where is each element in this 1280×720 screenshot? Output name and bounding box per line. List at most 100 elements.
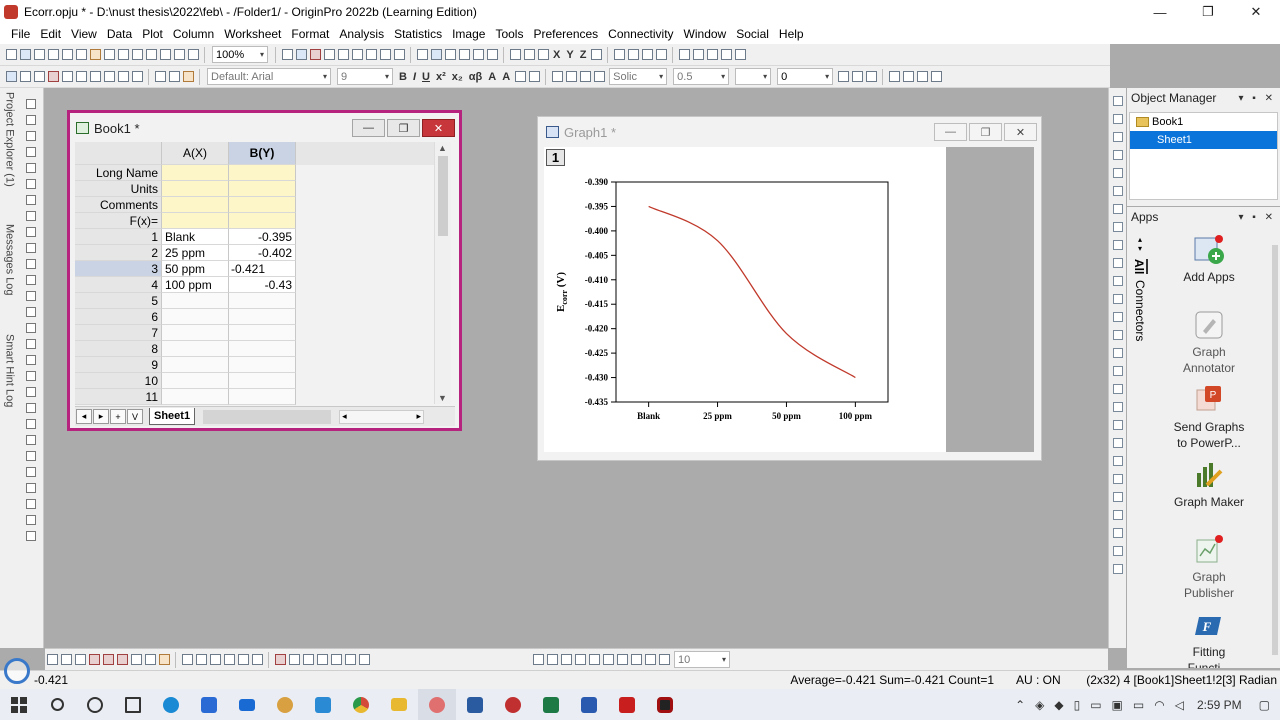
- sheet-tab-sheet1[interactable]: Sheet1: [149, 408, 196, 425]
- taskbar-word-icon[interactable]: [570, 689, 608, 720]
- taskbar-search-icon[interactable]: [38, 689, 76, 720]
- graph-close-button[interactable]: ✕: [1004, 123, 1037, 141]
- plot-line-symbol-icon[interactable]: [33, 71, 45, 82]
- results-log-icon[interactable]: [337, 49, 349, 60]
- cell-a[interactable]: [162, 389, 229, 405]
- circle-tool-icon[interactable]: [26, 435, 36, 445]
- data-selector-icon[interactable]: [26, 211, 36, 221]
- taskbar-cortana-icon[interactable]: [76, 689, 114, 720]
- cell-b-editing[interactable]: -0.421: [229, 261, 296, 277]
- cell-a[interactable]: [162, 325, 229, 341]
- ungroup-icon[interactable]: [902, 71, 914, 82]
- row-number[interactable]: 11: [75, 389, 162, 405]
- fft-icon[interactable]: [1112, 564, 1123, 574]
- row-number[interactable]: 5: [75, 293, 162, 309]
- tray-phone-icon[interactable]: ▯: [1074, 698, 1081, 712]
- normalize-icon[interactable]: [1112, 510, 1123, 520]
- close-button[interactable]: ✕: [1232, 0, 1280, 24]
- menu-social[interactable]: Social: [731, 27, 774, 41]
- meta-cell[interactable]: [162, 181, 229, 197]
- z-axis-button[interactable]: Z: [580, 49, 587, 61]
- scroll-down-icon[interactable]: ▼: [438, 393, 447, 403]
- row-number[interactable]: 3: [75, 261, 162, 277]
- menu-connectivity[interactable]: Connectivity: [603, 27, 678, 41]
- merge-icon[interactable]: [486, 49, 498, 60]
- line-pattern-icon[interactable]: [74, 654, 86, 665]
- plot-bar-icon[interactable]: [61, 71, 73, 82]
- apps-scroll-down-icon[interactable]: ▾: [1138, 244, 1142, 253]
- table-icon[interactable]: [865, 71, 877, 82]
- paste-icon[interactable]: [182, 71, 194, 82]
- cell-a[interactable]: [162, 341, 229, 357]
- transpose-icon[interactable]: [1112, 402, 1123, 412]
- scroll-thumb[interactable]: [438, 156, 448, 236]
- object-tree[interactable]: Book1 Sheet1: [1129, 112, 1278, 200]
- text-tool-icon[interactable]: [26, 259, 36, 269]
- plot-pie-icon[interactable]: [89, 71, 101, 82]
- workbook-titlebar[interactable]: Book1 * — ❐ ✕: [70, 113, 459, 143]
- new-notes-icon[interactable]: [89, 49, 101, 60]
- tray-defender-icon[interactable]: ◈: [1035, 698, 1044, 712]
- tab-messages-log[interactable]: Messages Log: [1, 224, 18, 310]
- insert-image-icon[interactable]: [26, 387, 36, 397]
- minimize-button[interactable]: —: [1136, 0, 1184, 24]
- align-top-icon[interactable]: [1112, 96, 1123, 106]
- superscript-button[interactable]: x²: [436, 71, 446, 83]
- italic-button[interactable]: I: [413, 71, 416, 83]
- new-matrix-icon[interactable]: [47, 49, 59, 60]
- cut-icon[interactable]: [154, 71, 166, 82]
- layer-icon[interactable]: [472, 49, 484, 60]
- align-left-icon[interactable]: [678, 49, 690, 60]
- add-new-columns-icon[interactable]: [323, 49, 335, 60]
- row-number[interactable]: 8: [75, 341, 162, 357]
- sort-icon[interactable]: [1112, 312, 1123, 322]
- object-back-icon[interactable]: [658, 654, 670, 665]
- tray-security-icon[interactable]: ◆: [1054, 698, 1063, 712]
- decrease-font-button[interactable]: A: [502, 71, 510, 83]
- menu-help[interactable]: Help: [774, 27, 809, 41]
- color-scale-icon[interactable]: [26, 499, 36, 509]
- row-number[interactable]: 10: [75, 373, 162, 389]
- meta-label[interactable]: Comments: [75, 197, 162, 213]
- insert-graph-icon[interactable]: [26, 371, 36, 381]
- same-width-icon[interactable]: [1112, 168, 1123, 178]
- zoom-pan-icon[interactable]: [26, 115, 36, 125]
- row-number[interactable]: 2: [75, 245, 162, 261]
- layer-manage-icon[interactable]: [251, 654, 263, 665]
- mask-color-icon[interactable]: [344, 654, 356, 665]
- apps-toggle-icon[interactable]: [379, 49, 391, 60]
- graph-window[interactable]: Graph1 * — ❐ ✕ 1 -0.390 -0.395 -0.400 -0.40…: [537, 116, 1042, 461]
- box-icon[interactable]: [144, 654, 156, 665]
- object-left-icon[interactable]: [532, 654, 544, 665]
- object-center-icon[interactable]: [546, 654, 558, 665]
- front-icon[interactable]: [916, 71, 928, 82]
- unstack-icon[interactable]: [1112, 384, 1123, 394]
- reduce-icon[interactable]: [1112, 438, 1123, 448]
- meta-cell[interactable]: [162, 165, 229, 181]
- object-bottom-icon[interactable]: [602, 654, 614, 665]
- menu-view[interactable]: View: [66, 27, 102, 41]
- plot-3d-icon[interactable]: [103, 71, 115, 82]
- cell-b[interactable]: -0.402: [229, 245, 296, 261]
- menu-worksheet[interactable]: Worksheet: [219, 27, 286, 41]
- same-height-icon[interactable]: [1112, 186, 1123, 196]
- project-explorer-icon[interactable]: [365, 49, 377, 60]
- taskbar-task-view-icon[interactable]: [114, 689, 152, 720]
- align-right-icon[interactable]: [692, 49, 704, 60]
- magnifier-icon[interactable]: [4, 658, 30, 684]
- command-window-icon[interactable]: [351, 49, 363, 60]
- panel-buttons[interactable]: ▾ ▪ ✕: [1239, 212, 1277, 223]
- cell-a[interactable]: [162, 357, 229, 373]
- object-top-icon[interactable]: [574, 654, 586, 665]
- plot-contour-icon[interactable]: [117, 71, 129, 82]
- apps-tab-connectors[interactable]: Connectors: [1133, 280, 1147, 341]
- annotation-icon[interactable]: [26, 195, 36, 205]
- screen-reader-icon[interactable]: [26, 179, 36, 189]
- app-graph-maker[interactable]: Graph Maker: [1149, 456, 1269, 531]
- cell-b[interactable]: [229, 389, 296, 405]
- dash-style-icon[interactable]: [60, 654, 72, 665]
- cell-b[interactable]: [229, 373, 296, 389]
- meta-label[interactable]: Long Name: [75, 165, 162, 181]
- insert-table-icon[interactable]: [26, 403, 36, 413]
- plot-area-icon[interactable]: [75, 71, 87, 82]
